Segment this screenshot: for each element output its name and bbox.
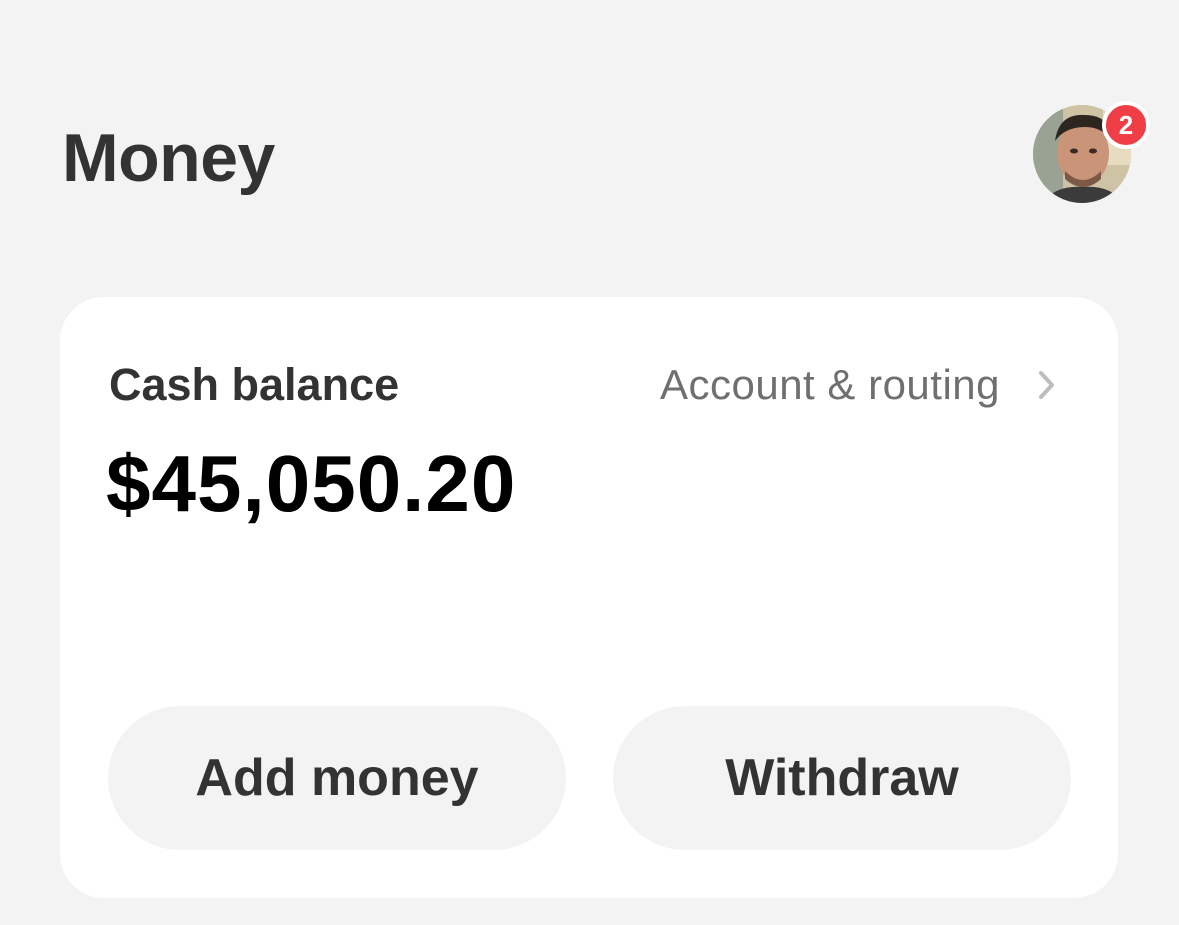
cash-balance-card: Cash balance Account & routing $45,050.2…	[60, 297, 1118, 898]
add-money-button[interactable]: Add money	[108, 706, 566, 850]
page-title: Money	[62, 120, 275, 196]
withdraw-button[interactable]: Withdraw	[613, 706, 1071, 850]
profile-avatar-button[interactable]: 2	[1033, 101, 1153, 203]
account-routing-link[interactable]: Account & routing	[660, 359, 1058, 411]
cash-balance-label: Cash balance	[109, 359, 400, 410]
account-routing-label: Account & routing	[659, 361, 1000, 408]
chevron-right-icon	[1039, 371, 1054, 399]
cash-balance-amount: $45,050.20	[106, 439, 517, 528]
notification-badge: 2	[1102, 101, 1150, 149]
